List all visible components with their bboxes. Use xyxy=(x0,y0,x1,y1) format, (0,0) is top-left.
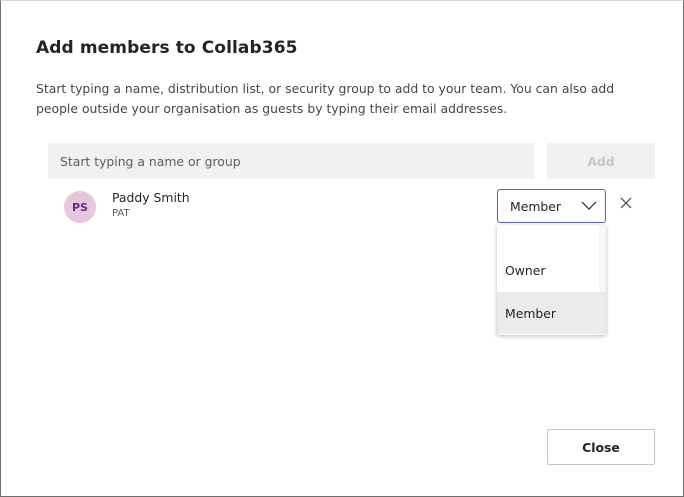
chevron-down-icon xyxy=(581,201,597,210)
add-button[interactable]: Add xyxy=(547,143,655,179)
dialog-description: Start typing a name, distribution list, … xyxy=(36,81,615,116)
close-button[interactable]: Close xyxy=(547,429,655,465)
member-name: Paddy Smith xyxy=(112,190,190,205)
role-dropdown-value: Member xyxy=(510,198,561,214)
add-members-dialog: Add members to Collab365 Start typing a … xyxy=(0,0,684,497)
member-subtitle: PAT xyxy=(112,208,130,219)
role-dropdown[interactable]: Member xyxy=(497,189,606,223)
menu-item-member[interactable]: Member xyxy=(497,292,606,334)
search-input[interactable] xyxy=(48,143,534,179)
dialog-title: Add members to Collab365 xyxy=(36,38,298,58)
avatar: PS xyxy=(64,191,96,223)
menu-item-owner[interactable]: Owner xyxy=(497,249,606,291)
close-icon[interactable] xyxy=(618,195,634,211)
role-menu: Owner Member xyxy=(497,225,606,335)
